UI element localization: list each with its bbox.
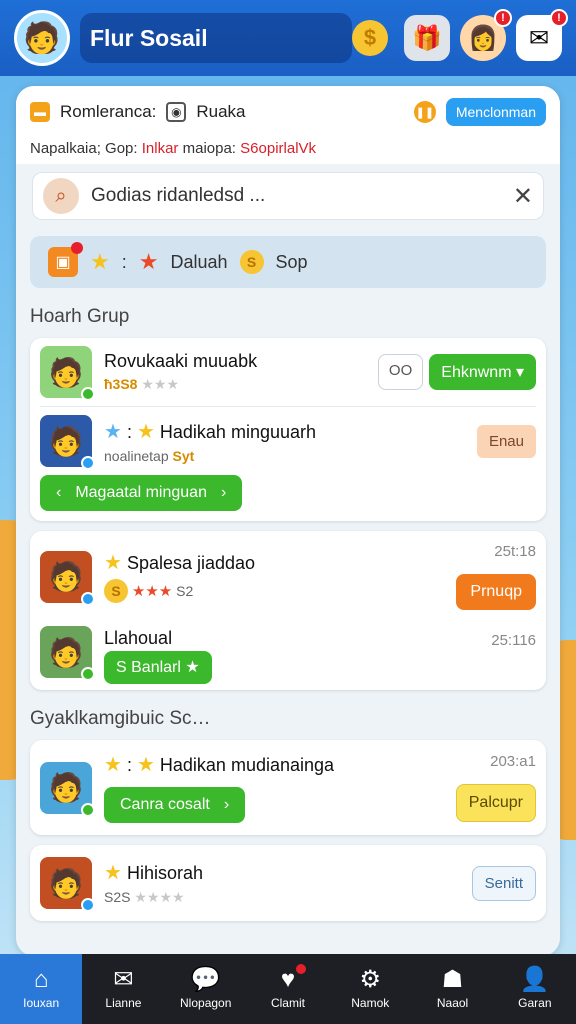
info-value: Ruaka [196, 102, 246, 121]
reward-button[interactable]: S Banlarl ★ [104, 650, 212, 684]
join-button[interactable]: Ehknwnm ▾ [429, 354, 536, 390]
message-icon[interactable]: ✉! [516, 9, 568, 61]
event-card: 🧑 ★ : ★ Hadikan mudianainga Canra cosalt… [30, 740, 546, 835]
mail-icon: ✉ [113, 966, 134, 993]
coin-icon[interactable]: $ [352, 20, 388, 56]
friend-icon[interactable]: 👩! [460, 9, 512, 61]
search-input[interactable]: Godias ridanledsd ... [91, 185, 501, 207]
chat-icon: 💬 [190, 966, 221, 993]
top-header: 🧑 Flur Sosail $ 🎁 👩! ✉! [0, 0, 576, 76]
avatar: 🧑 [40, 761, 95, 817]
bottom-nav: ⌂ Iouxan ✉ Lianne 💬 Nlopagon ♥ Clamit ⚙ … [0, 954, 576, 1024]
pause-icon[interactable]: ❚❚ [413, 101, 436, 123]
profile-icon: 👤 [519, 966, 550, 993]
avatar: 🧑 [40, 550, 95, 606]
avatar: 🧑 [40, 415, 95, 470]
accept-button[interactable]: Prnuqp [456, 574, 536, 610]
app-title: Flur Sosail [80, 13, 352, 63]
info-label: Romlerancа: [60, 102, 157, 121]
more-button[interactable]: ‹ Magaatal minguan › [40, 475, 243, 511]
search-icon: ⌕ [43, 178, 79, 214]
view-button[interactable]: OO [377, 354, 424, 390]
list-item[interactable]: 🧑 Llahoual S Banlarl ★ 25:116 [30, 618, 546, 690]
list-item[interactable]: 🧑 Rovukaaki muuabk ħ3S8 ★★★ OO Ehknwnm ▾ [30, 338, 546, 406]
list-item[interactable]: 🧑 ★ : ★ Hadikah minguuarh noalinetap Syt… [30, 407, 546, 475]
list-item[interactable]: 🧑 ★ Spalesa jiaddao S ★★★ S2 25t:18 Prnu… [30, 531, 546, 618]
submit-button[interactable]: Senitt [471, 865, 536, 901]
info-card: ▬ Romlerancа: ◉ Ruaka ❚❚ Menclonman Napa… [16, 86, 560, 164]
star-icon: ★ [90, 249, 110, 274]
user-avatar[interactable]: 🧑 [14, 10, 70, 66]
notification-badge: ! [550, 9, 568, 27]
nav-item-profile[interactable]: 👤 Garan [494, 954, 576, 1024]
nav-item-game[interactable]: ☗ Naaol [411, 954, 493, 1024]
info-details: Napalkaia; Gop: Inlkar maiopa: S6opirlal… [30, 140, 317, 157]
heart-icon: ♥ [280, 966, 296, 993]
nav-item-heart[interactable]: ♥ Clamit [247, 954, 329, 1024]
camera-icon: ◉ [166, 102, 187, 122]
timestamp: 203:a1 [490, 753, 536, 770]
home-icon: ⌂ [33, 966, 49, 993]
timestamp: 25:116 [491, 632, 536, 649]
section-title: Hoarh Grup [30, 306, 130, 327]
notification-badge: ! [494, 9, 512, 27]
activity-card: 🧑 ★ Spalesa jiaddao S ★★★ S2 25t:18 Prnu… [30, 531, 546, 690]
section-title: Gyaklkamgibuic Sc… [30, 708, 211, 729]
reward-strip[interactable]: ▣ ★ : ★ Daluah S Sop [30, 236, 546, 288]
main-panel: ▬ Romlerancа: ◉ Ruaka ❚❚ Menclonman Napa… [16, 86, 560, 956]
notification-badge [293, 962, 308, 976]
manage-button[interactable]: Menclonman [445, 98, 546, 126]
claim-button[interactable]: Palcupr [455, 784, 536, 822]
gift-icon: ▣ [48, 242, 83, 277]
coin-icon: S [104, 579, 128, 603]
close-icon[interactable]: ✕ [513, 182, 533, 211]
action-button[interactable]: Enau [476, 424, 536, 458]
star-icon: ★ [138, 249, 159, 274]
history-card: 🧑 ★ Hihisorah S2S ★★★★ Senitt [30, 845, 546, 921]
gear-icon: ⚙ [359, 966, 382, 993]
avatar: 🧑 [40, 857, 95, 912]
folder-icon: ▬ [30, 102, 50, 122]
nav-item-settings[interactable]: ⚙ Namok [329, 954, 411, 1024]
timestamp: 25t:18 [494, 543, 536, 560]
list-item[interactable]: 🧑 ★ : ★ Hadikan mudianainga Canra cosalt… [30, 740, 546, 835]
coin-icon: S [239, 250, 264, 274]
consult-button[interactable]: Canra cosalt › [104, 787, 246, 823]
nav-item-home[interactable]: ⌂ Iouxan [0, 954, 83, 1024]
list-item[interactable]: 🧑 ★ Hihisorah S2S ★★★★ Senitt [30, 845, 546, 921]
group-card: 🧑 Rovukaaki muuabk ħ3S8 ★★★ OO Ehknwnm ▾… [30, 338, 546, 521]
search-bar[interactable]: ⌕ Godias ridanledsd ... ✕ [32, 172, 544, 220]
avatar: 🧑 [40, 346, 95, 401]
nav-item-chat[interactable]: 💬 Nlopagon [165, 954, 247, 1024]
header-icons: $ 🎁 👩! ✉! [352, 9, 568, 61]
avatar: 🧑 [40, 626, 95, 681]
game-icon: ☗ [441, 966, 464, 993]
nav-item-mail[interactable]: ✉ Lianne [82, 954, 164, 1024]
gift-icon[interactable]: 🎁 [404, 15, 450, 61]
